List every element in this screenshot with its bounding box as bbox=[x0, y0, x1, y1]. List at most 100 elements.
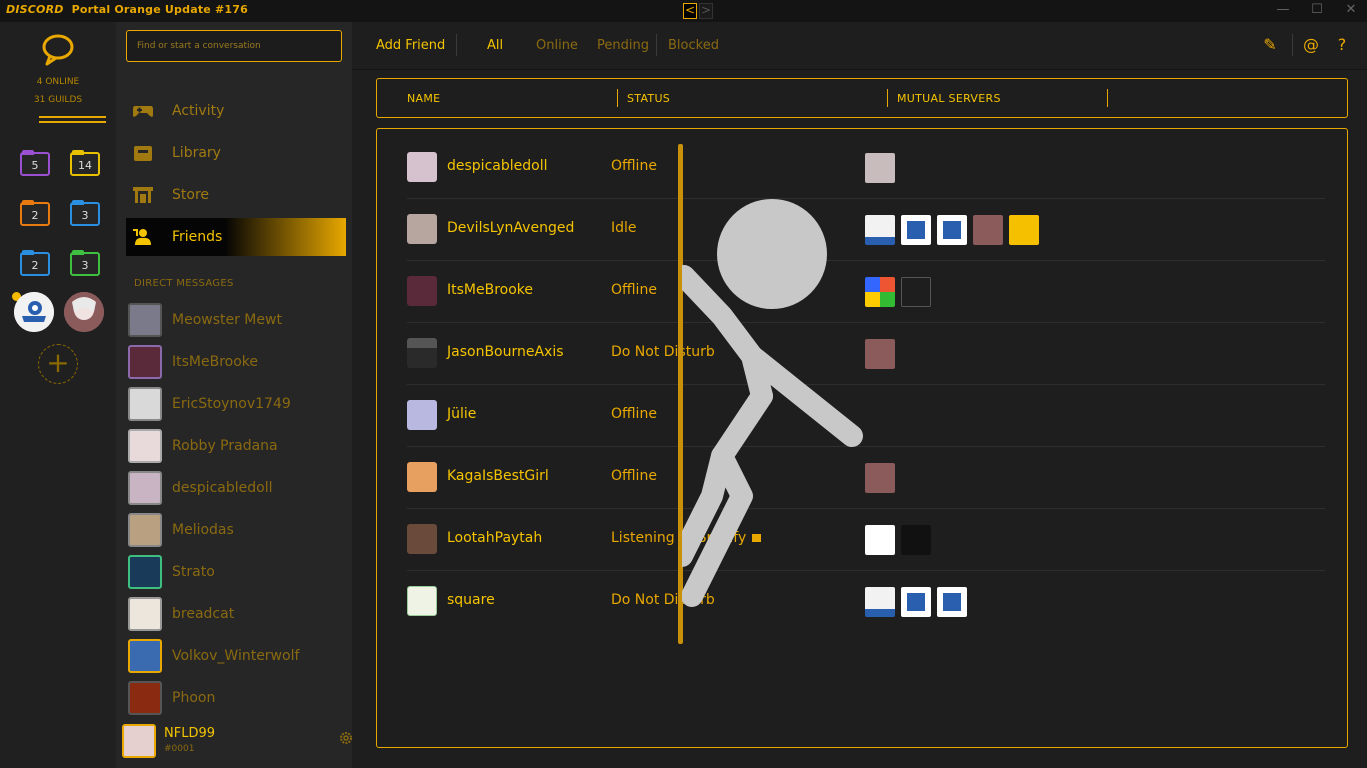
server-icon[interactable] bbox=[14, 292, 54, 332]
dm-name: Meowster Mewt bbox=[172, 312, 282, 328]
friend-name: DevilsLynAvenged bbox=[447, 220, 575, 236]
server-folder[interactable]: 3 bbox=[70, 200, 100, 226]
friends-icon bbox=[133, 229, 151, 245]
avatar bbox=[128, 597, 162, 631]
dm-item[interactable]: Strato bbox=[128, 554, 338, 590]
toolbar-divider bbox=[456, 34, 457, 56]
table-row[interactable]: despicabledoll Offline bbox=[407, 137, 1325, 199]
guild-divider bbox=[39, 121, 106, 123]
tab-pending[interactable]: Pending bbox=[597, 38, 649, 53]
minimize-button[interactable]: — bbox=[1275, 2, 1291, 17]
server-folder[interactable]: 2 bbox=[20, 250, 50, 276]
server-icon[interactable] bbox=[865, 339, 895, 369]
avatar bbox=[407, 338, 437, 368]
mutual-servers bbox=[865, 463, 895, 493]
add-server-button[interactable]: + bbox=[38, 344, 78, 384]
friends-table: despicabledoll Offline DevilsLynAvenged … bbox=[376, 128, 1348, 748]
help-icon[interactable]: ? bbox=[1333, 36, 1351, 54]
dm-item[interactable]: EricStoynov1749 bbox=[128, 386, 338, 422]
server-icon[interactable] bbox=[937, 587, 967, 617]
spotify-details-icon[interactable] bbox=[752, 534, 762, 542]
title-bar: DISCORD Portal Orange Update #176 < > — … bbox=[0, 0, 1367, 22]
column-name[interactable]: NAME bbox=[407, 92, 440, 105]
dm-item[interactable]: despicabledoll bbox=[128, 470, 338, 506]
dm-item[interactable]: Meliodas bbox=[128, 512, 338, 548]
dm-name: Strato bbox=[172, 564, 215, 580]
friend-name: LootahPaytah bbox=[447, 530, 543, 546]
friend-name: JasonBourneAxis bbox=[447, 344, 564, 360]
friend-status: Listening to Spotify bbox=[611, 530, 762, 546]
server-icon[interactable] bbox=[1009, 215, 1039, 245]
dm-item[interactable]: Volkov_Winterwolf bbox=[128, 638, 338, 674]
table-row[interactable]: DevilsLynAvenged Idle bbox=[407, 199, 1325, 261]
column-status[interactable]: STATUS bbox=[627, 92, 670, 105]
mentions-icon[interactable]: @ bbox=[1302, 36, 1320, 54]
friend-name: square bbox=[447, 592, 495, 608]
nav-activity[interactable]: Activity bbox=[126, 92, 346, 130]
home-chat-icon[interactable] bbox=[40, 32, 76, 68]
mutual-servers bbox=[865, 215, 1039, 245]
friend-name: despicabledoll bbox=[447, 158, 548, 174]
column-divider bbox=[1107, 89, 1108, 107]
server-folder[interactable]: 5 bbox=[20, 150, 50, 176]
window-title-text: Portal Orange Update #176 bbox=[71, 3, 248, 16]
friend-name: KagaIsBestGirl bbox=[447, 468, 549, 484]
avatar bbox=[128, 345, 162, 379]
dm-item[interactable]: Phoon bbox=[128, 680, 338, 716]
close-button[interactable]: ✕ bbox=[1343, 2, 1359, 17]
server-icon[interactable] bbox=[937, 215, 967, 245]
table-row[interactable]: ItsMeBrooke Offline bbox=[407, 261, 1325, 323]
dm-name: Meliodas bbox=[172, 522, 234, 538]
server-icon[interactable] bbox=[973, 215, 1003, 245]
server-folder[interactable]: 2 bbox=[20, 200, 50, 226]
column-mutual-servers[interactable]: MUTUAL SERVERS bbox=[897, 92, 1001, 105]
table-row[interactable]: KagaIsBestGirl Offline bbox=[407, 447, 1325, 509]
maximize-button[interactable]: ☐ bbox=[1309, 2, 1325, 17]
guild-count: 31 GUILDS bbox=[33, 95, 83, 105]
server-icon[interactable] bbox=[64, 292, 104, 332]
server-icon[interactable] bbox=[865, 215, 895, 245]
friends-toolbar: Add Friend All Online Pending Blocked ✎ … bbox=[352, 22, 1367, 70]
dm-item[interactable]: ItsMeBrooke bbox=[128, 344, 338, 380]
nav-library-label: Library bbox=[172, 145, 221, 161]
server-icon[interactable] bbox=[901, 215, 931, 245]
server-icon[interactable] bbox=[901, 525, 931, 555]
nav-friends[interactable]: Friends bbox=[126, 218, 346, 256]
guild-sidebar: 4 ONLINE 31 GUILDS 5 14 2 3 2 3 + bbox=[0, 22, 116, 768]
back-button[interactable]: < bbox=[683, 3, 697, 19]
server-icon[interactable] bbox=[865, 277, 895, 307]
server-icon[interactable] bbox=[901, 587, 931, 617]
server-icon[interactable] bbox=[865, 463, 895, 493]
server-icon[interactable] bbox=[865, 587, 895, 617]
nav-library[interactable]: Library bbox=[126, 134, 346, 172]
friend-status: Do Not Disturb bbox=[611, 344, 715, 360]
server-icon[interactable] bbox=[901, 277, 931, 307]
server-folder[interactable]: 14 bbox=[70, 150, 100, 176]
table-row[interactable]: square Do Not Disturb bbox=[407, 571, 1325, 633]
add-friend-button[interactable]: Add Friend bbox=[376, 38, 445, 53]
blue-9-icon bbox=[14, 292, 54, 332]
search-input[interactable]: Find or start a conversation bbox=[126, 30, 342, 62]
server-folder[interactable]: 3 bbox=[70, 250, 100, 276]
tab-all[interactable]: All bbox=[487, 38, 503, 53]
tab-blocked[interactable]: Blocked bbox=[668, 38, 719, 53]
dm-item[interactable]: Meowster Mewt bbox=[128, 302, 338, 338]
dm-item[interactable]: Robby Pradana bbox=[128, 428, 338, 464]
table-row[interactable]: Jülie Offline bbox=[407, 385, 1325, 447]
table-row[interactable]: JasonBourneAxis Do Not Disturb bbox=[407, 323, 1325, 385]
user-avatar[interactable] bbox=[122, 724, 156, 758]
forward-button[interactable]: > bbox=[699, 3, 713, 19]
avatar bbox=[407, 524, 437, 554]
dm-item[interactable]: breadcat bbox=[128, 596, 338, 632]
table-row[interactable]: LootahPaytah Listening to Spotify bbox=[407, 509, 1325, 571]
nav-store[interactable]: Store bbox=[126, 176, 346, 214]
new-dm-icon[interactable]: ✎ bbox=[1261, 36, 1279, 54]
tab-online[interactable]: Online bbox=[536, 38, 578, 53]
server-icon[interactable] bbox=[865, 525, 895, 555]
anime-avatar-icon bbox=[64, 292, 104, 332]
friend-status: Offline bbox=[611, 468, 657, 484]
dm-name: Phoon bbox=[172, 690, 216, 706]
mutual-servers bbox=[865, 525, 931, 555]
avatar bbox=[407, 276, 437, 306]
server-icon[interactable] bbox=[865, 153, 895, 183]
